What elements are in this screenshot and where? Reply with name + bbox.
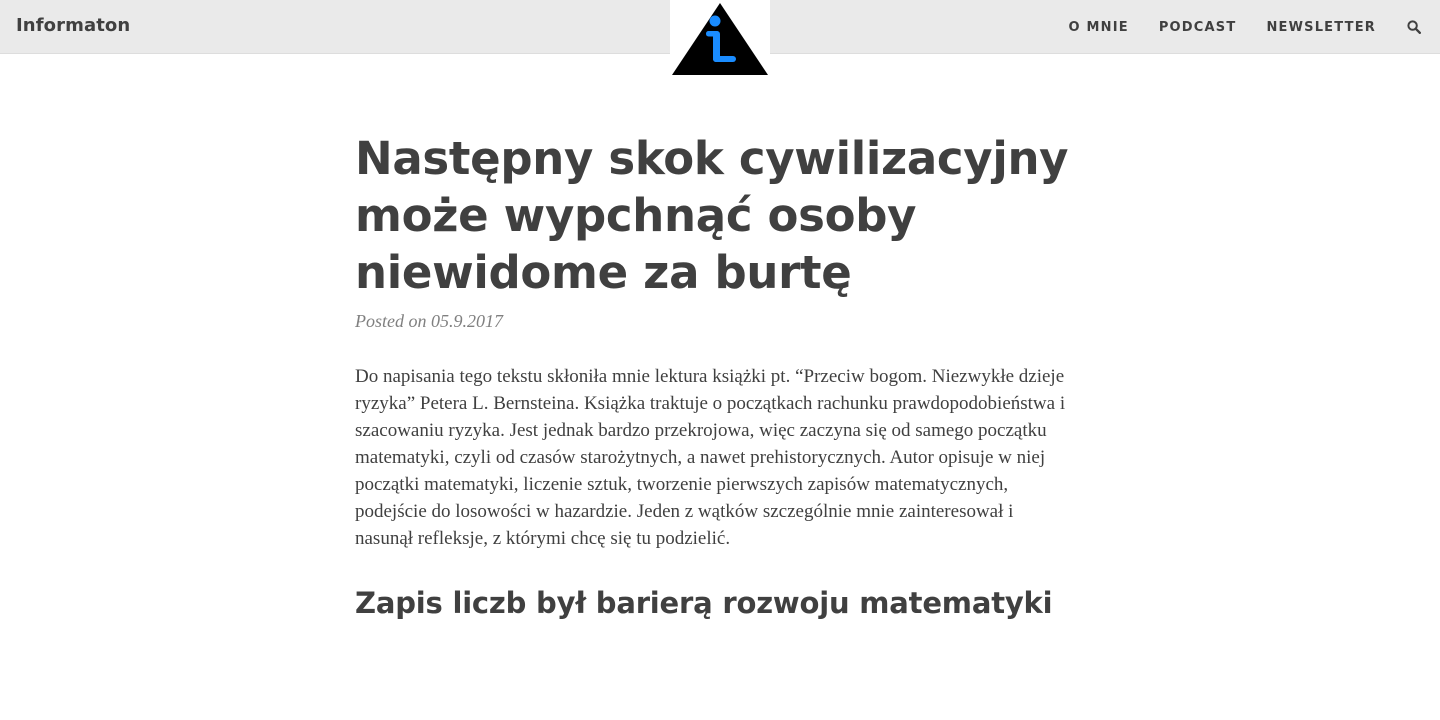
main-nav: O MNIE PODCAST NEWSLETTER	[1069, 0, 1440, 54]
nav-item-o-mnie[interactable]: O MNIE	[1069, 20, 1129, 35]
site-logo[interactable]	[670, 0, 770, 76]
nav-item-podcast[interactable]: PODCAST	[1159, 20, 1237, 35]
post-title: Następny skok cywilizacyjny może wypchną…	[355, 132, 1069, 299]
search-icon[interactable]	[1406, 19, 1422, 35]
site-brand-link[interactable]: Informaton	[16, 15, 130, 36]
section-heading: Zapis liczb był barierą rozwoju matematy…	[355, 586, 1053, 620]
article: Następny skok cywilizacyjny może wypchną…	[355, 130, 1085, 621]
post-meta-date: Posted on 05.9.2017	[355, 311, 503, 331]
nav-item-newsletter[interactable]: NEWSLETTER	[1266, 20, 1376, 35]
post-body-paragraph: Do napisania tego tekstu skłoniła mnie l…	[355, 366, 1066, 549]
info-triangle-logo-icon	[672, 3, 768, 75]
